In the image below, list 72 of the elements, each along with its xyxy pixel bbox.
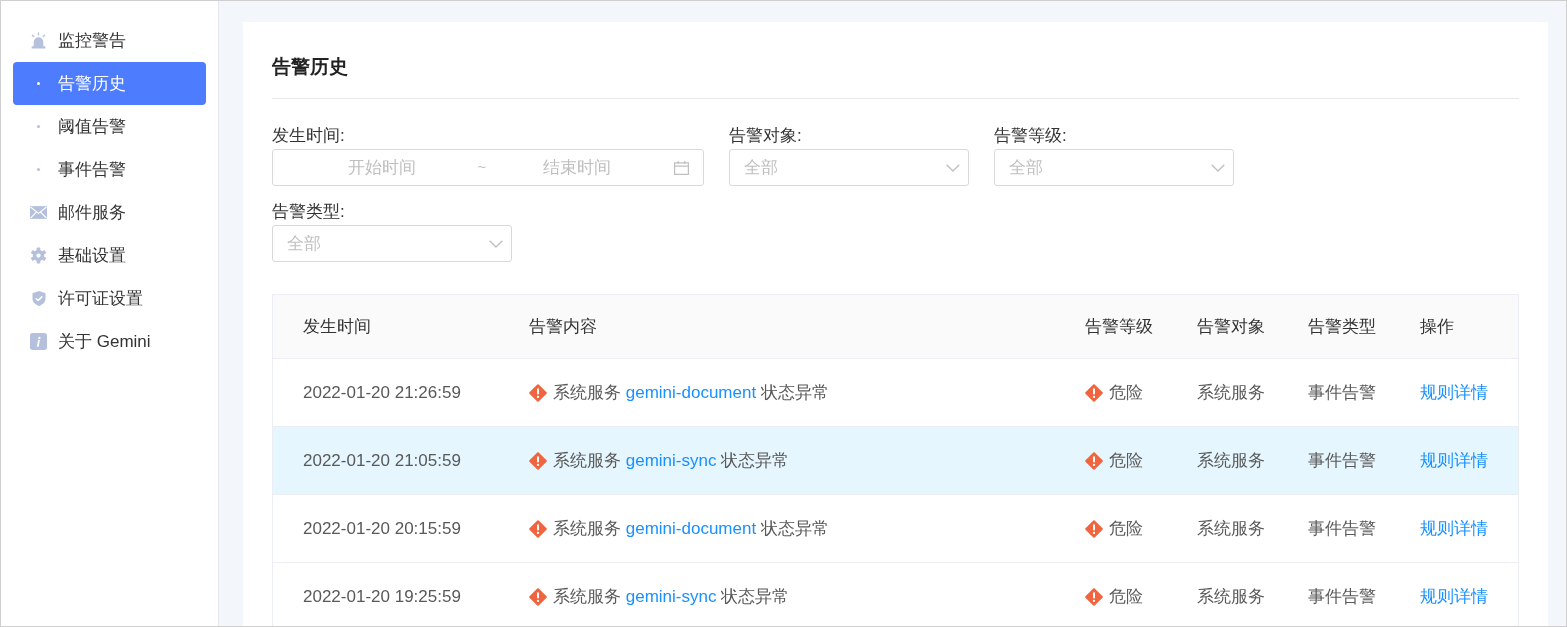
target-cell: 系统服务	[1197, 586, 1265, 606]
submenu-item[interactable]: 事件告警	[13, 148, 206, 191]
alarm-light-icon	[30, 32, 47, 49]
severity-text: 危险	[1109, 449, 1143, 472]
severity-text: 危险	[1109, 381, 1143, 404]
target-cell: 系统服务	[1197, 382, 1265, 402]
menu-item[interactable]: 邮件服务	[13, 191, 206, 234]
target-cell: 系统服务	[1197, 518, 1265, 538]
warning-icon	[1085, 451, 1103, 470]
filter-label: 发生时间:	[272, 125, 345, 147]
time-cell: 2022-01-20 21:26:59	[303, 382, 461, 402]
alert-message: 系统服务 gemini-sync 状态异常	[553, 449, 790, 472]
warning-icon	[529, 587, 547, 606]
target-cell: 系统服务	[1197, 450, 1265, 470]
rule-details-link[interactable]: 规则详情	[1420, 382, 1488, 402]
service-link[interactable]: gemini-sync	[625, 450, 717, 470]
time-cell: 2022-01-20 19:25:59	[303, 586, 461, 606]
bullet-dot-icon	[37, 82, 40, 85]
submenu-item[interactable]: 告警历史	[13, 62, 206, 105]
severity-text: 危险	[1109, 585, 1143, 608]
chevron-down-icon	[1211, 163, 1225, 172]
warning-icon	[529, 383, 547, 402]
info-icon	[30, 333, 47, 350]
rule-details-link[interactable]: 规则详情	[1420, 586, 1488, 606]
type-cell: 事件告警	[1308, 518, 1376, 538]
type-cell: 事件告警	[1308, 382, 1376, 402]
chevron-down-icon	[946, 163, 960, 172]
rule-details-link[interactable]: 规则详情	[1420, 450, 1488, 470]
time-cell: 2022-01-20 21:05:59	[303, 450, 461, 470]
menu-item[interactable]: 关于 Gemini	[13, 320, 206, 363]
alert-message: 系统服务 gemini-sync 状态异常	[553, 585, 790, 608]
warning-icon	[529, 519, 547, 538]
mail-icon	[30, 206, 47, 219]
filter-label: 告警等级:	[994, 125, 1067, 147]
menu-item[interactable]: 监控警告	[13, 19, 206, 62]
shield-check-icon	[30, 290, 47, 307]
filter-label: 告警类型:	[272, 201, 345, 223]
calendar-icon	[674, 160, 689, 175]
page-title: 告警历史	[272, 55, 348, 79]
service-link[interactable]: gemini-document	[625, 518, 757, 538]
column-header: 告警内容	[529, 316, 597, 336]
column-header: 告警类型	[1308, 316, 1376, 336]
rule-details-link[interactable]: 规则详情	[1420, 518, 1488, 538]
menu-item[interactable]: 基础设置	[13, 234, 206, 277]
column-header: 告警等级	[1085, 316, 1153, 336]
chevron-down-icon	[489, 239, 503, 248]
bullet-dot-icon	[37, 168, 40, 171]
select-field[interactable]: 全部	[994, 149, 1234, 186]
severity-text: 危险	[1109, 517, 1143, 540]
select-field[interactable]: 全部	[272, 225, 512, 262]
column-header: 发生时间	[303, 316, 371, 336]
filter-label: 告警对象:	[729, 125, 802, 147]
type-cell: 事件告警	[1308, 586, 1376, 606]
date-range-field[interactable]: 开始时间 ~ 结束时间	[272, 149, 704, 186]
warning-icon	[529, 451, 547, 470]
time-cell: 2022-01-20 20:15:59	[303, 518, 461, 538]
warning-icon	[1085, 519, 1103, 538]
bullet-dot-icon	[37, 125, 40, 128]
column-header: 操作	[1420, 316, 1454, 336]
menu-item[interactable]: 许可证设置	[13, 277, 206, 320]
settings-icon	[30, 247, 47, 264]
type-cell: 事件告警	[1308, 450, 1376, 470]
select-field[interactable]: 全部	[729, 149, 969, 186]
alert-message: 系统服务 gemini-document 状态异常	[553, 517, 829, 540]
service-link[interactable]: gemini-sync	[625, 586, 717, 606]
service-link[interactable]: gemini-document	[625, 382, 757, 402]
warning-icon	[1085, 383, 1103, 402]
alert-message: 系统服务 gemini-document 状态异常	[553, 381, 829, 404]
submenu-item[interactable]: 阈值告警	[13, 105, 206, 148]
warning-icon	[1085, 587, 1103, 606]
table-row[interactable]: 2022-01-20 21:05:59 系统服务 gemini-sync 状态异常 危险 系统服务 事件告警 规则详情	[273, 427, 1518, 495]
column-header: 告警对象	[1197, 316, 1265, 336]
